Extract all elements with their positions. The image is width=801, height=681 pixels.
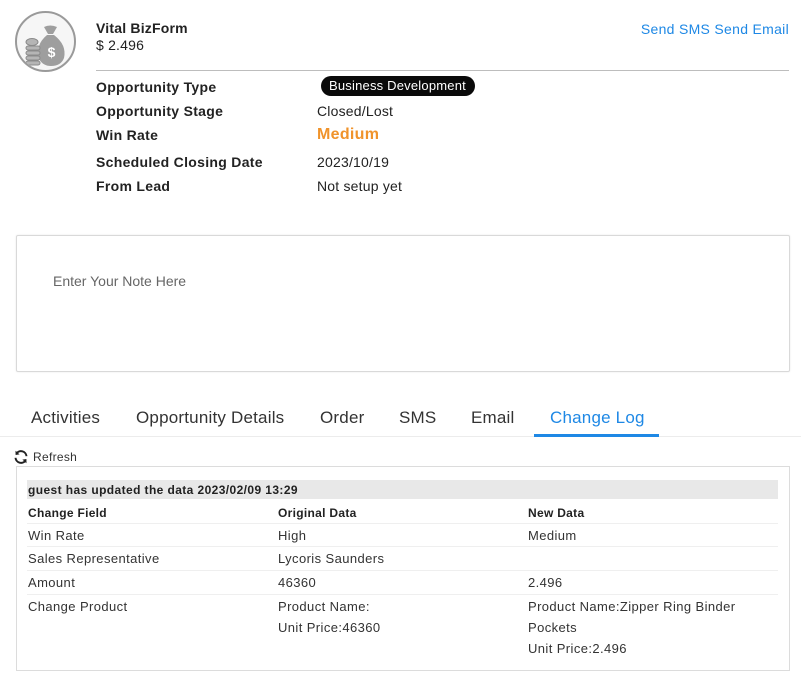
info-row-closing: Scheduled Closing Date 2023/10/19 [96, 154, 696, 174]
tab-opportunity-details[interactable]: Opportunity Details [136, 408, 284, 428]
column-header-new-data: New Data [528, 506, 585, 520]
table-cell-original: Product Name: Unit Price:46360 [278, 596, 381, 638]
from-lead-value: Not setup yet [317, 178, 403, 194]
tab-activities[interactable]: Activities [31, 408, 100, 428]
table-cell-field: Win Rate [28, 528, 85, 543]
cell-line: Unit Price:2.496 [528, 641, 627, 656]
table-cell-new: Product Name:Zipper Ring Binder Pockets … [528, 596, 736, 659]
svg-text:$: $ [48, 44, 56, 60]
refresh-label: Refresh [33, 450, 78, 464]
row-divider [27, 546, 778, 547]
header-divider [96, 70, 789, 71]
closing-date-value: 2023/10/19 [317, 154, 390, 170]
table-cell-original: 46360 [278, 575, 317, 590]
page-title: Vital BizForm [96, 20, 188, 36]
info-row-type: Opportunity Type Business Development [96, 76, 696, 99]
row-divider [27, 523, 778, 524]
column-header-change-field: Change Field [28, 506, 107, 520]
refresh-button[interactable]: Refresh [13, 449, 77, 465]
tab-email[interactable]: Email [471, 408, 515, 428]
row-divider [27, 594, 778, 595]
tab-sms[interactable]: SMS [399, 408, 436, 428]
tab-order[interactable]: Order [320, 408, 364, 428]
opportunity-stage-value: Closed/Lost [317, 103, 394, 119]
opportunity-type-badge: Business Development [321, 76, 475, 96]
note-input[interactable] [17, 236, 789, 371]
money-bag-icon: $ [25, 25, 65, 66]
avatar: $ [15, 11, 76, 72]
cell-line: Unit Price:46360 [278, 620, 381, 635]
send-email-link[interactable]: Send Email [714, 21, 789, 37]
cell-line: Product Name:Zipper Ring Binder [528, 599, 736, 614]
table-cell-new: Medium [528, 528, 577, 543]
cell-line: Pockets [528, 620, 578, 635]
table-cell-new: 2.496 [528, 575, 563, 590]
active-tab-indicator [534, 434, 659, 437]
tab-change-log[interactable]: Change Log [550, 408, 645, 428]
opportunity-stage-label: Opportunity Stage [96, 103, 224, 119]
table-cell-field: Amount [28, 575, 76, 590]
tab-bar: Activities Opportunity Details Order SMS… [0, 397, 801, 437]
column-header-original-data: Original Data [278, 506, 357, 520]
table-cell-original: High [278, 528, 307, 543]
from-lead-label: From Lead [96, 178, 171, 194]
cell-line: Product Name: [278, 599, 370, 614]
table-cell-original: Lycoris Saunders [278, 551, 385, 566]
send-sms-link[interactable]: Send SMS [641, 21, 710, 37]
info-row-stage: Opportunity Stage Closed/Lost [96, 103, 696, 123]
table-cell-field: Sales Representative [28, 551, 160, 566]
refresh-icon [14, 450, 28, 464]
note-box [16, 235, 790, 372]
info-row-winrate: Win Rate Medium [96, 126, 696, 147]
info-row-lead: From Lead Not setup yet [96, 178, 696, 198]
win-rate-value: Medium [317, 126, 380, 143]
win-rate-label: Win Rate [96, 127, 159, 143]
opportunity-type-label: Opportunity Type [96, 79, 217, 95]
change-log-entry-header: guest has updated the data 2023/02/09 13… [27, 480, 778, 499]
opportunity-amount: $ 2.496 [96, 37, 145, 53]
closing-date-label: Scheduled Closing Date [96, 154, 263, 170]
table-cell-field: Change Product [28, 599, 128, 614]
row-divider [27, 570, 778, 571]
header-actions: Send SMS Send Email [641, 21, 789, 37]
